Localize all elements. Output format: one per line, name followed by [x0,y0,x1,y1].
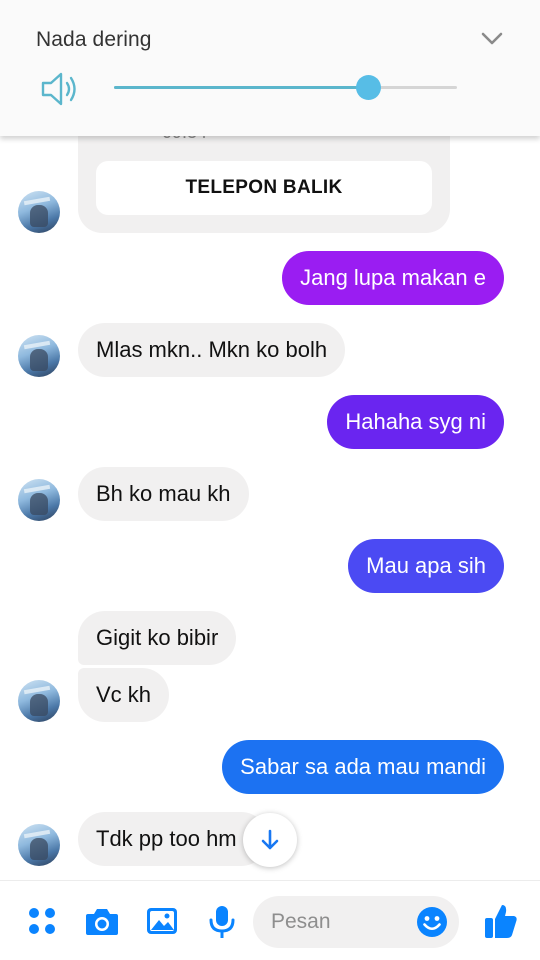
apps-button[interactable] [24,903,60,939]
avatar[interactable] [18,479,60,521]
volume-panel: Nada dering [0,0,540,136]
emoji-icon[interactable] [416,906,448,938]
gallery-button[interactable] [144,903,180,939]
avatar[interactable] [18,680,60,722]
thumbs-up-icon [485,905,517,938]
avatar[interactable] [18,191,60,233]
message-input[interactable]: Pesan [253,896,459,948]
gallery-icon [147,908,177,934]
speaker-icon[interactable] [40,70,80,108]
message-bubble-outgoing[interactable]: Sabar sa ada mau mandi [222,740,504,794]
like-button[interactable] [482,901,520,941]
arrow-down-icon [261,829,279,850]
volume-title: Nada dering [36,28,152,51]
message-bubble-outgoing[interactable]: Hahaha syg ni [327,395,504,449]
message-bubble-incoming[interactable]: Bh ko mau kh [78,467,249,521]
scroll-to-bottom-button[interactable] [243,813,297,867]
message-bubble-outgoing[interactable]: Jang lupa makan e [282,251,504,305]
message-bubble-incoming[interactable]: Mlas mkn.. Mkn ko bolh [78,323,346,377]
messenger-screen: 09:34 TELEPON BALIK Jang lupa makan e Ml… [0,0,540,960]
camera-button[interactable] [83,903,121,939]
call-back-button[interactable]: TELEPON BALIK [96,161,432,215]
microphone-icon [209,906,235,938]
camera-icon [86,909,118,935]
volume-slider-thumb[interactable] [355,75,381,100]
avatar[interactable] [18,824,60,866]
chevron-down-icon[interactable] [478,28,506,50]
message-bubble-incoming[interactable]: Tdk pp too hm [78,812,268,866]
volume-slider-fill [114,86,368,89]
apps-icon [29,908,55,934]
message-placeholder: Pesan [271,910,331,933]
avatar[interactable] [18,335,60,377]
message-bubble-outgoing[interactable]: Mau apa sih [348,539,504,593]
voice-button[interactable] [206,903,238,941]
message-bubble-incoming[interactable]: Vc kh [78,668,170,722]
volume-slider[interactable] [114,75,457,100]
message-bubble-incoming[interactable]: Gigit ko bibir [78,611,237,665]
message-composer: Pesan [0,880,540,960]
